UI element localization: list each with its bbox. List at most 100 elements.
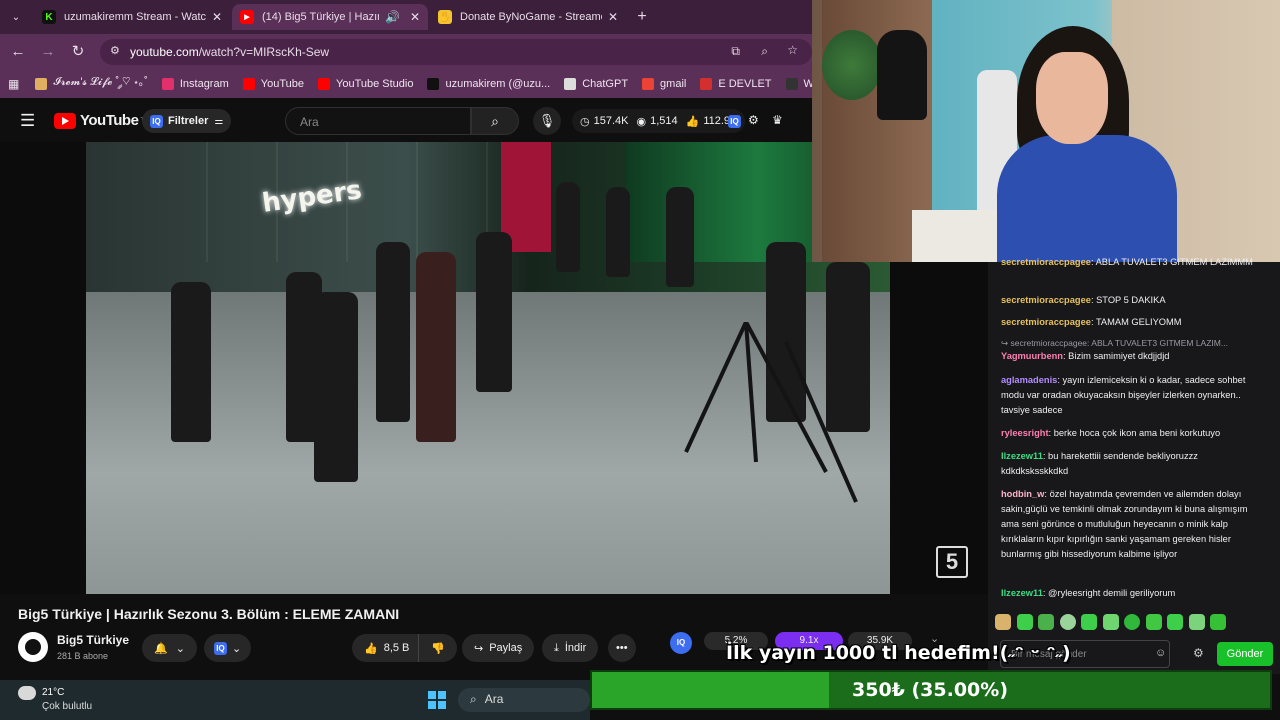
chat-username[interactable]: Yagmuurbenn — [1001, 351, 1063, 361]
kick-favicon-icon: K — [42, 10, 56, 24]
chat-username[interactable]: hodbin_w — [1001, 489, 1044, 499]
reload-icon[interactable]: ↻ — [68, 42, 88, 62]
bookmark-label: YouTube — [260, 78, 304, 90]
dislike-button[interactable]: 👎 — [418, 634, 457, 662]
emote-icon[interactable] — [1124, 614, 1140, 630]
emote-icon[interactable] — [1102, 614, 1119, 630]
share-button[interactable]: ↪ Paylaş — [462, 634, 535, 662]
bookmark-tiktok[interactable]: uzumakirem (@uzu... — [427, 78, 550, 90]
chat-username[interactable]: secretmioraccpagee — [1001, 295, 1091, 305]
chat-username[interactable]: secretmioraccpagee — [1001, 257, 1091, 267]
site-info-icon[interactable]: ⚙ — [110, 44, 120, 57]
windows-start-icon[interactable] — [428, 691, 446, 709]
iq-icon[interactable]: IQ — [670, 632, 692, 654]
iq-icon: IQ — [214, 641, 227, 655]
voice-search-button[interactable]: 🎙 — [533, 107, 561, 135]
more-actions-button[interactable]: ••• — [608, 634, 636, 662]
chat-settings-gear-icon[interactable]: ⚙ — [1193, 646, 1204, 660]
chat-message: aglamadenis: yayın izlemiceksin ki o kad… — [1001, 375, 1246, 415]
eye-icon: ◉ — [636, 115, 647, 128]
emote-icon[interactable] — [1188, 614, 1205, 630]
zoom-icon[interactable]: ⌕ — [761, 44, 768, 59]
back-arrow-icon[interactable]: ← — [8, 42, 28, 62]
tab-search-button[interactable]: ⌄ — [2, 4, 30, 30]
search-button[interactable]: ⌕ — [471, 107, 519, 135]
taskbar-search[interactable]: ⌕ Ara — [458, 688, 590, 712]
filters-button[interactable]: IQ Filtreler ⚌ — [142, 109, 232, 133]
bookmark-wetransfer[interactable]: WeTransfer — [785, 78, 812, 90]
channel-avatar[interactable] — [18, 632, 48, 662]
emote-icon[interactable] — [1210, 614, 1226, 630]
more-icon: ••• — [616, 642, 628, 654]
iq-extension-icon[interactable]: IQ — [728, 115, 741, 128]
watching-count: 1,514 — [650, 115, 678, 127]
bookmark-e-devlet[interactable]: E DEVLET — [700, 78, 772, 90]
chat-username[interactable]: Ilzezew11 — [1001, 451, 1043, 461]
youtube-play-icon — [54, 112, 76, 129]
bookmark-label: uzumakirem (@uzu... — [445, 78, 551, 90]
close-icon[interactable]: ✕ — [410, 10, 420, 24]
chat-username[interactable]: ryleesright — [1001, 428, 1049, 438]
wetransfer-icon — [785, 78, 798, 90]
download-button[interactable]: ⤓ İndir — [542, 634, 599, 662]
bookmark-gmail[interactable]: gmail — [642, 78, 686, 90]
e-devlet-icon — [700, 78, 713, 90]
views-icon: ◷ — [580, 115, 590, 128]
tab-title: Donate ByNoGame - Streamer — [460, 11, 602, 23]
chat-username[interactable]: Ilzezew11 — [1001, 588, 1043, 598]
apps-grid-icon[interactable]: ▦ — [8, 77, 19, 91]
forward-arrow-icon[interactable]: → — [38, 42, 58, 62]
bookmark-label: gmail — [660, 78, 687, 90]
emote-icon[interactable] — [1038, 614, 1054, 630]
weather-description: Çok bulutlu — [42, 701, 93, 712]
close-icon[interactable]: ✕ — [608, 10, 618, 24]
search-icon: ⌕ — [491, 113, 499, 129]
tab-kick-stream[interactable]: K uzumakiremm Stream - Watch t ✕ — [34, 4, 230, 30]
chat-username[interactable]: aglamadenis — [1001, 375, 1057, 385]
thumbs-down-icon: 👎 — [431, 642, 445, 655]
emote-icon[interactable] — [1016, 614, 1033, 630]
youtube-studio-icon — [318, 78, 330, 90]
iq-dropdown-button[interactable]: IQ ⌄ — [204, 634, 252, 662]
emote-icon[interactable] — [1145, 614, 1162, 630]
bookmark-instagram[interactable]: Instagram — [161, 78, 229, 90]
chat-text: Bizim samimiyet dkdjjdjd — [1068, 351, 1170, 361]
dancer — [606, 187, 630, 277]
emote-icon[interactable] — [1081, 614, 1097, 630]
like-button[interactable]: 👍 8,5 B — [352, 634, 422, 662]
chat-username[interactable]: secretmioraccpagee — [1001, 317, 1091, 327]
notification-bell-button[interactable]: 🔔 ⌄ — [142, 634, 197, 662]
address-bar-row: ← → ↻ ⚙ youtube.com/watch?v=MIRscKh-Sew … — [0, 34, 812, 70]
bookmark-label: YouTube Studio — [336, 78, 414, 90]
bookmark-irems-life[interactable]: 𝓘𝓻𝓮𝓶'𝓼 𝓛𝓲𝓯𝓮 ˚ ༘♡ ⋆｡˚ — [35, 70, 148, 98]
send-chat-button[interactable]: Gönder — [1217, 642, 1273, 666]
settings-icon[interactable]: ⚙ — [748, 113, 759, 127]
emote-icon[interactable] — [1167, 614, 1183, 630]
url-field[interactable]: ⚙ youtube.com/watch?v=MIRscKh-Sew ⧉ ⌕ ☆ — [100, 39, 812, 65]
install-icon[interactable]: ⧉ — [731, 44, 740, 59]
trophy-icon[interactable]: ♛ — [772, 113, 783, 127]
video-frame: hypers — [86, 142, 890, 594]
chevron-down-icon: ⌄ — [175, 642, 185, 655]
download-icon: ⤓ — [554, 641, 559, 654]
emote-icon[interactable] — [1059, 614, 1076, 630]
weather-temperature[interactable]: 21°C — [42, 687, 64, 698]
tab-bynogame-donate[interactable]: ✋ Donate ByNoGame - Streamer ✕ — [430, 4, 626, 30]
emoji-picker-icon[interactable]: ☺ — [1155, 647, 1166, 659]
hamburger-menu-icon[interactable]: ☰ — [20, 111, 35, 131]
tab-youtube-video[interactable]: ▶ (14) Big5 Türkiye | Hazırlık S 🔊 ✕ — [232, 4, 428, 30]
new-tab-button[interactable]: + — [630, 4, 654, 30]
emote-icon[interactable] — [995, 614, 1011, 630]
close-icon[interactable]: ✕ — [212, 10, 222, 24]
bookmark-chatgpt[interactable]: ChatGPT — [564, 78, 628, 90]
bookmark-youtube[interactable]: YouTube — [242, 78, 304, 90]
bookmark-star-icon[interactable]: ☆ — [787, 43, 798, 57]
speaker-icon[interactable]: 🔊 — [385, 10, 400, 24]
streamer-shirt — [997, 135, 1177, 262]
channel-name[interactable]: Big5 Türkiye — [57, 633, 129, 647]
youtube-logo[interactable]: YouTube TR — [54, 112, 148, 129]
search-input[interactable]: Ara — [285, 107, 471, 135]
bookmark-youtube-studio[interactable]: YouTube Studio — [318, 78, 413, 90]
chat-text: berke hoca çok ikon ama beni korkutuyo — [1053, 428, 1221, 438]
like-count: 8,5 B — [383, 642, 410, 654]
